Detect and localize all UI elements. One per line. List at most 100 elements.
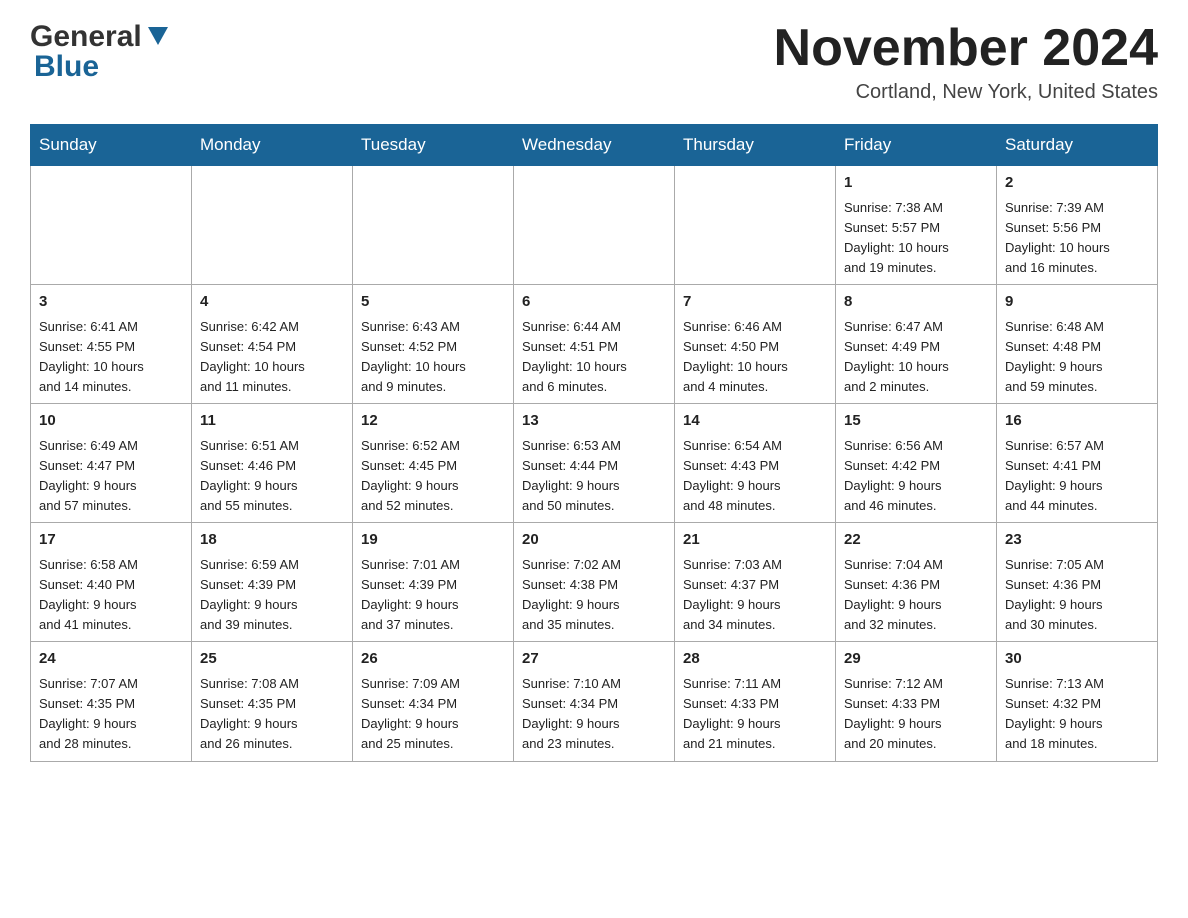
weekday-header-row: Sunday Monday Tuesday Wednesday Thursday… bbox=[31, 125, 1158, 166]
month-title: November 2024 bbox=[774, 20, 1158, 77]
day-info: Sunrise: 6:43 AM Sunset: 4:52 PM Dayligh… bbox=[361, 317, 505, 398]
calendar-week-4: 17 Sunrise: 6:58 AM Sunset: 4:40 PM Dayli… bbox=[31, 523, 1158, 642]
calendar-cell: 22 Sunrise: 7:04 AM Sunset: 4:36 PM Dayli… bbox=[836, 523, 997, 642]
header-tuesday: Tuesday bbox=[353, 125, 514, 166]
day-info: Sunrise: 6:49 AM Sunset: 4:47 PM Dayligh… bbox=[39, 436, 183, 517]
calendar-cell: 28 Sunrise: 7:11 AM Sunset: 4:33 PM Dayli… bbox=[675, 642, 836, 761]
title-section: November 2024 Cortland, New York, United… bbox=[774, 20, 1158, 104]
calendar-cell: 11Sunrise: 6:51 AM Sunset: 4:46 PM Dayli… bbox=[192, 404, 353, 523]
day-info: Sunrise: 6:54 AM Sunset: 4:43 PM Dayligh… bbox=[683, 436, 827, 517]
day-number: 19 bbox=[361, 529, 505, 552]
day-number: 30 bbox=[1005, 648, 1149, 671]
calendar-cell: 7Sunrise: 6:46 AM Sunset: 4:50 PM Daylig… bbox=[675, 285, 836, 404]
day-info: Sunrise: 7:08 AM Sunset: 4:35 PM Dayligh… bbox=[200, 674, 344, 755]
day-info: Sunrise: 7:04 AM Sunset: 4:36 PM Dayligh… bbox=[844, 555, 988, 636]
calendar-cell: 2 Sunrise: 7:39 AM Sunset: 5:56 PM Daylig… bbox=[997, 166, 1158, 285]
day-info: Sunrise: 7:39 AM Sunset: 5:56 PM Dayligh… bbox=[1005, 198, 1149, 279]
day-number: 1 bbox=[844, 172, 988, 195]
logo: General Blue bbox=[30, 20, 172, 84]
header-saturday: Saturday bbox=[997, 125, 1158, 166]
calendar-cell: 27Sunrise: 7:10 AM Sunset: 4:34 PM Dayli… bbox=[514, 642, 675, 761]
day-number: 2 bbox=[1005, 172, 1149, 195]
day-number: 22 bbox=[844, 529, 988, 552]
day-number: 16 bbox=[1005, 410, 1149, 433]
calendar-table: Sunday Monday Tuesday Wednesday Thursday… bbox=[30, 124, 1158, 761]
day-info: Sunrise: 6:42 AM Sunset: 4:54 PM Dayligh… bbox=[200, 317, 344, 398]
calendar-cell bbox=[353, 166, 514, 285]
day-number: 28 bbox=[683, 648, 827, 671]
day-number: 6 bbox=[522, 291, 666, 314]
day-info: Sunrise: 6:57 AM Sunset: 4:41 PM Dayligh… bbox=[1005, 436, 1149, 517]
calendar-cell: 30Sunrise: 7:13 AM Sunset: 4:32 PM Dayli… bbox=[997, 642, 1158, 761]
day-number: 15 bbox=[844, 410, 988, 433]
logo-blue-text: Blue bbox=[34, 50, 99, 84]
calendar-cell: 1 Sunrise: 7:38 AM Sunset: 5:57 PM Daylig… bbox=[836, 166, 997, 285]
day-info: Sunrise: 7:38 AM Sunset: 5:57 PM Dayligh… bbox=[844, 198, 988, 279]
day-info: Sunrise: 7:10 AM Sunset: 4:34 PM Dayligh… bbox=[522, 674, 666, 755]
calendar-cell: 12 Sunrise: 6:52 AM Sunset: 4:45 PM Dayli… bbox=[353, 404, 514, 523]
calendar-cell: 24 Sunrise: 7:07 AM Sunset: 4:35 PM Dayli… bbox=[31, 642, 192, 761]
day-info: Sunrise: 7:02 AM Sunset: 4:38 PM Dayligh… bbox=[522, 555, 666, 636]
day-number: 26 bbox=[361, 648, 505, 671]
day-info: Sunrise: 7:09 AM Sunset: 4:34 PM Dayligh… bbox=[361, 674, 505, 755]
day-number: 17 bbox=[39, 529, 183, 552]
day-number: 20 bbox=[522, 529, 666, 552]
calendar-cell: 20 Sunrise: 7:02 AM Sunset: 4:38 PM Dayli… bbox=[514, 523, 675, 642]
day-number: 12 bbox=[361, 410, 505, 433]
day-number: 29 bbox=[844, 648, 988, 671]
calendar-cell: 23 Sunrise: 7:05 AM Sunset: 4:36 PM Dayli… bbox=[997, 523, 1158, 642]
header-thursday: Thursday bbox=[675, 125, 836, 166]
day-info: Sunrise: 7:11 AM Sunset: 4:33 PM Dayligh… bbox=[683, 674, 827, 755]
calendar-week-1: 1 Sunrise: 7:38 AM Sunset: 5:57 PM Daylig… bbox=[31, 166, 1158, 285]
day-number: 5 bbox=[361, 291, 505, 314]
calendar-cell: 15 Sunrise: 6:56 AM Sunset: 4:42 PM Dayli… bbox=[836, 404, 997, 523]
calendar-cell: 9Sunrise: 6:48 AM Sunset: 4:48 PM Daylig… bbox=[997, 285, 1158, 404]
calendar-cell bbox=[192, 166, 353, 285]
day-info: Sunrise: 7:03 AM Sunset: 4:37 PM Dayligh… bbox=[683, 555, 827, 636]
page-header: General Blue November 2024 Cortland, New… bbox=[30, 20, 1158, 104]
day-number: 21 bbox=[683, 529, 827, 552]
header-friday: Friday bbox=[836, 125, 997, 166]
calendar-cell: 3 Sunrise: 6:41 AM Sunset: 4:55 PM Daylig… bbox=[31, 285, 192, 404]
day-info: Sunrise: 6:53 AM Sunset: 4:44 PM Dayligh… bbox=[522, 436, 666, 517]
day-info: Sunrise: 7:01 AM Sunset: 4:39 PM Dayligh… bbox=[361, 555, 505, 636]
day-info: Sunrise: 7:05 AM Sunset: 4:36 PM Dayligh… bbox=[1005, 555, 1149, 636]
day-info: Sunrise: 6:59 AM Sunset: 4:39 PM Dayligh… bbox=[200, 555, 344, 636]
calendar-cell: 16 Sunrise: 6:57 AM Sunset: 4:41 PM Dayli… bbox=[997, 404, 1158, 523]
header-monday: Monday bbox=[192, 125, 353, 166]
calendar-cell: 6 Sunrise: 6:44 AM Sunset: 4:51 PM Daylig… bbox=[514, 285, 675, 404]
header-sunday: Sunday bbox=[31, 125, 192, 166]
calendar-cell: 8Sunrise: 6:47 AM Sunset: 4:49 PM Daylig… bbox=[836, 285, 997, 404]
calendar-cell: 25Sunrise: 7:08 AM Sunset: 4:35 PM Dayli… bbox=[192, 642, 353, 761]
day-number: 24 bbox=[39, 648, 183, 671]
day-info: Sunrise: 6:58 AM Sunset: 4:40 PM Dayligh… bbox=[39, 555, 183, 636]
calendar-week-3: 10 Sunrise: 6:49 AM Sunset: 4:47 PM Dayli… bbox=[31, 404, 1158, 523]
calendar-cell: 17 Sunrise: 6:58 AM Sunset: 4:40 PM Dayli… bbox=[31, 523, 192, 642]
day-number: 14 bbox=[683, 410, 827, 433]
calendar-cell bbox=[675, 166, 836, 285]
calendar-cell: 14 Sunrise: 6:54 AM Sunset: 4:43 PM Dayli… bbox=[675, 404, 836, 523]
day-info: Sunrise: 6:47 AM Sunset: 4:49 PM Dayligh… bbox=[844, 317, 988, 398]
day-info: Sunrise: 6:56 AM Sunset: 4:42 PM Dayligh… bbox=[844, 436, 988, 517]
calendar-cell: 5 Sunrise: 6:43 AM Sunset: 4:52 PM Daylig… bbox=[353, 285, 514, 404]
day-info: Sunrise: 6:41 AM Sunset: 4:55 PM Dayligh… bbox=[39, 317, 183, 398]
day-info: Sunrise: 6:44 AM Sunset: 4:51 PM Dayligh… bbox=[522, 317, 666, 398]
day-number: 23 bbox=[1005, 529, 1149, 552]
logo-general-text: General bbox=[30, 20, 142, 54]
calendar-cell: 10 Sunrise: 6:49 AM Sunset: 4:47 PM Dayli… bbox=[31, 404, 192, 523]
day-number: 3 bbox=[39, 291, 183, 314]
calendar-cell: 4 Sunrise: 6:42 AM Sunset: 4:54 PM Daylig… bbox=[192, 285, 353, 404]
calendar-cell bbox=[514, 166, 675, 285]
calendar-cell: 26 Sunrise: 7:09 AM Sunset: 4:34 PM Dayli… bbox=[353, 642, 514, 761]
calendar-cell: 29Sunrise: 7:12 AM Sunset: 4:33 PM Dayli… bbox=[836, 642, 997, 761]
day-number: 18 bbox=[200, 529, 344, 552]
day-info: Sunrise: 6:51 AM Sunset: 4:46 PM Dayligh… bbox=[200, 436, 344, 517]
calendar-week-2: 3 Sunrise: 6:41 AM Sunset: 4:55 PM Daylig… bbox=[31, 285, 1158, 404]
day-info: Sunrise: 7:07 AM Sunset: 4:35 PM Dayligh… bbox=[39, 674, 183, 755]
day-info: Sunrise: 6:52 AM Sunset: 4:45 PM Dayligh… bbox=[361, 436, 505, 517]
header-wednesday: Wednesday bbox=[514, 125, 675, 166]
day-number: 10 bbox=[39, 410, 183, 433]
day-number: 9 bbox=[1005, 291, 1149, 314]
day-number: 4 bbox=[200, 291, 344, 314]
calendar-cell: 13Sunrise: 6:53 AM Sunset: 4:44 PM Dayli… bbox=[514, 404, 675, 523]
